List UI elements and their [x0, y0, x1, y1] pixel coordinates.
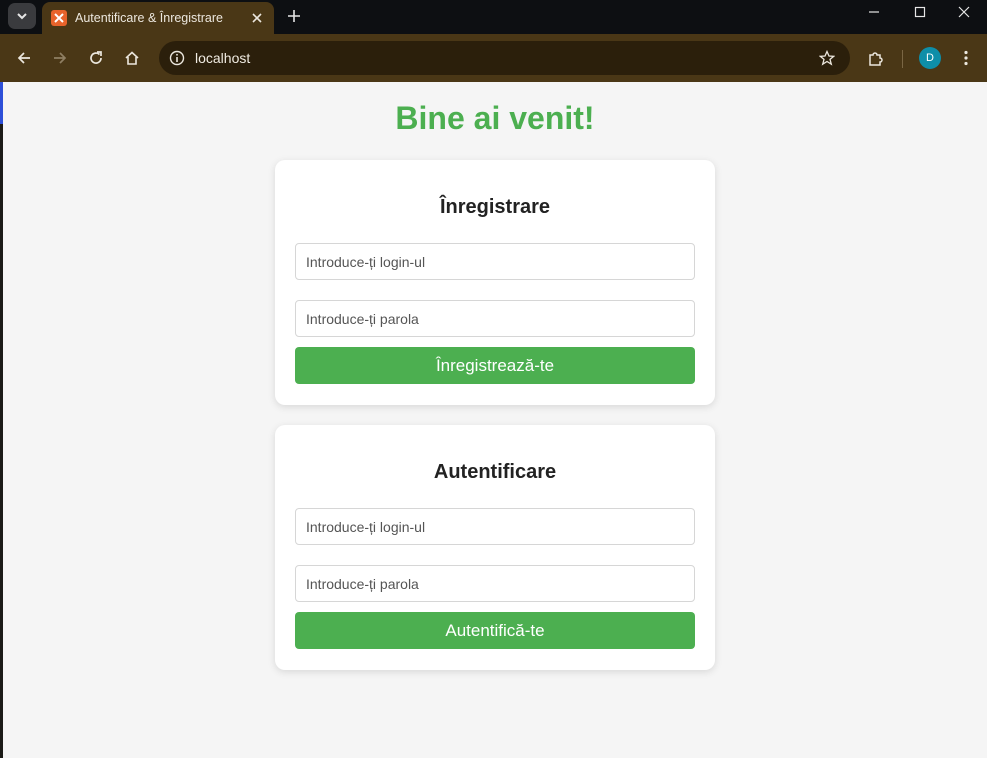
register-login-input[interactable] — [295, 243, 695, 280]
tab-search-button[interactable] — [8, 3, 36, 29]
reload-icon[interactable] — [84, 46, 108, 70]
register-password-input[interactable] — [295, 300, 695, 337]
site-info-icon[interactable] — [166, 47, 188, 69]
xampp-favicon-icon — [51, 10, 67, 26]
address-text: localhost — [195, 50, 251, 66]
close-window-icon[interactable] — [941, 0, 987, 24]
login-button[interactable]: Autentifică-te — [295, 612, 695, 649]
title-bar: Autentificare & Înregistrare — [0, 0, 987, 34]
login-username-input[interactable] — [295, 508, 695, 545]
chevron-down-icon — [17, 13, 27, 20]
browser-toolbar: localhost D — [0, 34, 987, 82]
register-card: Înregistrare Înregistrează-te — [275, 160, 715, 405]
home-icon[interactable] — [120, 46, 144, 70]
new-tab-plus-icon[interactable] — [284, 6, 304, 26]
extensions-puzzle-icon[interactable] — [864, 46, 888, 70]
login-title: Autentificare — [433, 461, 557, 483]
menu-kebab-icon[interactable] — [954, 46, 978, 70]
forward-arrow-icon[interactable] — [48, 46, 72, 70]
address-bar[interactable]: localhost — [159, 41, 850, 75]
bookmark-star-icon[interactable] — [818, 49, 836, 67]
back-arrow-icon[interactable] — [12, 46, 36, 70]
profile-avatar[interactable]: D — [919, 47, 941, 69]
page-viewport: Bine ai venit! Înregistrare Înregistreaz… — [3, 82, 987, 758]
maximize-icon[interactable] — [897, 0, 943, 24]
page-title: Bine ai venit! — [395, 100, 595, 136]
browser-tab[interactable]: Autentificare & Înregistrare — [42, 2, 274, 34]
tab-title: Autentificare & Înregistrare — [75, 11, 223, 25]
toolbar-divider — [902, 50, 903, 68]
login-card: Autentificare Autentifică-te — [275, 425, 715, 670]
register-button[interactable]: Înregistrează-te — [295, 347, 695, 384]
tab-close-icon[interactable] — [249, 10, 265, 26]
login-password-input[interactable] — [295, 565, 695, 602]
register-title: Înregistrare — [439, 196, 551, 218]
minimize-icon[interactable] — [851, 0, 897, 24]
